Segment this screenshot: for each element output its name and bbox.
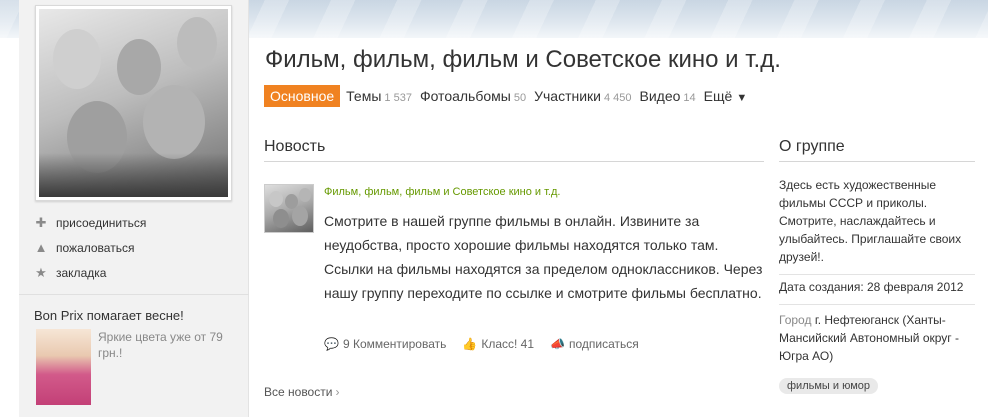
chevron-down-icon: ▼ (736, 91, 748, 104)
tab-topics-label: Темы (346, 87, 382, 104)
like-button[interactable]: 👍 Класс! 41 (462, 337, 534, 351)
bookmark-label: закладка (56, 265, 107, 280)
post-actions: 💬 9 Комментировать 👍 Класс! 41 📣 подписа… (324, 337, 655, 351)
about-divider (779, 304, 975, 305)
tab-photo-albums[interactable]: Фотоальбомы 50 (420, 88, 526, 104)
report-button[interactable]: ▲ пожаловаться (34, 235, 146, 260)
ad-text[interactable]: Яркие цвета уже от 79 грн.! (98, 329, 238, 361)
group-tag[interactable]: фильмы и юмор (779, 378, 878, 394)
comment-icon: 💬 (324, 337, 339, 351)
chevron-right-icon: › (335, 385, 340, 399)
post-group-link[interactable]: Фильм, фильм, фильм и Советское кино и т… (324, 186, 560, 198)
thumbs-up-icon: 👍 (462, 337, 478, 351)
comment-label: 9 Комментировать (342, 337, 447, 351)
post-group-avatar[interactable] (264, 184, 314, 233)
tab-video[interactable]: Видео 14 (640, 88, 696, 104)
group-description: Здесь есть художественные фильмы СССР и … (779, 178, 962, 264)
tab-main[interactable]: Основное (264, 84, 341, 107)
group-actions: ✚ присоединиться ▲ пожаловаться ★ заклад… (34, 210, 147, 285)
creation-date: Дата создания: 28 февраля 2012 (779, 280, 964, 294)
tab-video-count: 14 (683, 91, 696, 104)
tab-photo-albums-count: 50 (513, 91, 527, 104)
tab-topics-count: 1 537 (384, 91, 412, 104)
page-title: Фильм, фильм, фильм и Советское кино и т… (265, 46, 781, 73)
all-news-label: Все новости (264, 385, 333, 399)
join-label: присоединиться (56, 215, 147, 230)
group-tabs: Основное Темы 1 537 Фотоальбомы 50 Участ… (264, 84, 755, 107)
report-label: пожаловаться (56, 240, 135, 255)
post-text: Смотрите в нашей группе фильмы в онлайн.… (324, 213, 763, 301)
join-button[interactable]: ✚ присоединиться (34, 210, 147, 235)
tab-members-label: Участники (534, 87, 601, 104)
city-label: Город (779, 313, 812, 327)
about-heading: О группе (779, 138, 975, 162)
group-avatar-photo (39, 9, 228, 197)
sidebar-divider (19, 294, 249, 295)
ad-image[interactable] (36, 329, 91, 405)
tab-more[interactable]: Ещё ▼ (704, 88, 748, 104)
star-icon: ★ (35, 264, 47, 280)
tab-main-label: Основное (270, 87, 335, 104)
ad-title[interactable]: Bon Prix помагает весне! (34, 308, 184, 323)
group-avatar[interactable] (35, 5, 232, 201)
tab-members-count: 4 450 (603, 91, 632, 104)
subscribe-label: подписаться (568, 337, 639, 351)
tab-photo-albums-label: Фотоальбомы (419, 87, 511, 104)
tab-video-label: Видео (639, 87, 681, 104)
tab-more-label: Ещё (703, 87, 733, 104)
all-news-link[interactable]: Все новости › (264, 385, 339, 399)
about-divider (779, 274, 975, 275)
tab-topics[interactable]: Темы 1 537 (346, 88, 412, 104)
subscribe-button[interactable]: 📣 подписаться (550, 337, 639, 351)
warning-icon: ▲ (34, 239, 48, 255)
plus-icon: ✚ (35, 214, 47, 230)
tab-members[interactable]: Участники 4 450 (534, 88, 631, 104)
bookmark-button[interactable]: ★ закладка (34, 260, 146, 285)
comment-button[interactable]: 💬 9 Комментировать (324, 337, 446, 351)
like-label: Класс! 41 (481, 337, 535, 351)
group-city: Город г. Нефтеюганск (Ханты-Мансийский А… (779, 311, 975, 365)
news-heading: Новость (264, 138, 764, 162)
megaphone-icon: 📣 (550, 337, 565, 351)
